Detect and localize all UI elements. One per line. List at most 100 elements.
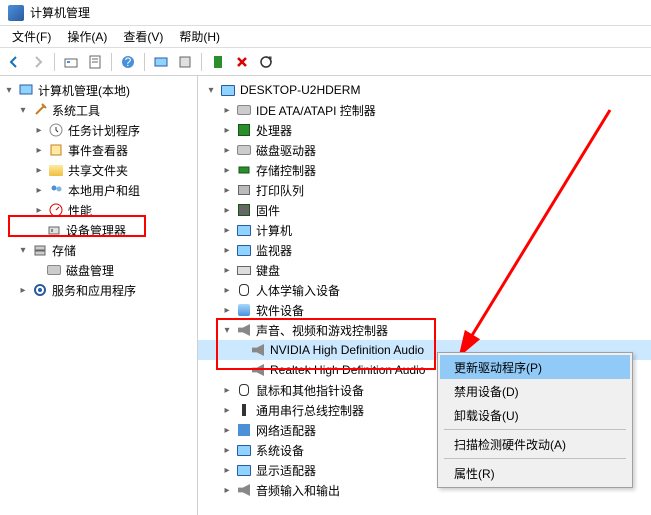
tree-local-users[interactable]: ▸ 本地用户和组 — [0, 180, 197, 200]
expand-icon[interactable]: ▸ — [220, 103, 234, 117]
expand-icon[interactable]: ▸ — [220, 143, 234, 157]
ctx-disable-device[interactable]: 禁用设备(D) — [440, 379, 630, 403]
tree-task-scheduler[interactable]: ▸ 任务计划程序 — [0, 120, 197, 140]
expand-icon[interactable]: ▸ — [220, 303, 234, 317]
menu-action[interactable]: 操作(A) — [59, 26, 115, 47]
ctx-properties[interactable]: 属性(R) — [440, 461, 630, 485]
device-label: 软件设备 — [256, 302, 304, 319]
speaker-icon — [250, 342, 266, 358]
tree-label: 计算机管理(本地) — [38, 82, 130, 99]
collapse-icon[interactable]: ▾ — [16, 243, 30, 257]
expand-icon[interactable]: ▸ — [16, 283, 30, 297]
back-button[interactable] — [4, 52, 24, 72]
device-disks[interactable]: ▸磁盘驱动器 — [198, 140, 651, 160]
device-firmware[interactable]: ▸ 固件 — [198, 200, 651, 220]
device-label: 固件 — [256, 202, 280, 219]
tree-disk-mgmt[interactable]: 磁盘管理 — [0, 260, 197, 280]
expand-icon[interactable]: ▸ — [220, 223, 234, 237]
device-printers[interactable]: ▸打印队列 — [198, 180, 651, 200]
ctx-uninstall-device[interactable]: 卸载设备(U) — [440, 403, 630, 427]
show-hide-button[interactable] — [151, 52, 171, 72]
expand-icon[interactable]: ▸ — [220, 423, 234, 437]
app-icon — [8, 5, 24, 21]
window-title: 计算机管理 — [30, 4, 90, 21]
collapse-icon[interactable]: ▾ — [220, 323, 234, 337]
monitor-icon — [236, 222, 252, 238]
ctx-label: 属性(R) — [454, 465, 495, 482]
device-storage-ctrl[interactable]: ▸ 存储控制器 — [198, 160, 651, 180]
device-label: NVIDIA High Definition Audio — [270, 343, 424, 357]
collapse-icon[interactable]: ▾ — [2, 83, 16, 97]
device-label: 人体学输入设备 — [256, 282, 340, 299]
separator — [444, 429, 626, 430]
expand-icon[interactable]: ▸ — [220, 463, 234, 477]
separator — [144, 53, 145, 71]
expand-icon[interactable]: ▸ — [32, 183, 46, 197]
expand-icon[interactable]: ▸ — [220, 203, 234, 217]
window-titlebar: 计算机管理 — [0, 0, 651, 26]
device-label: 键盘 — [256, 262, 280, 279]
help-button[interactable]: ? — [118, 52, 138, 72]
expand-icon[interactable]: ▸ — [220, 443, 234, 457]
hid-icon — [236, 282, 252, 298]
separator — [201, 53, 202, 71]
device-icon[interactable] — [175, 52, 195, 72]
uninstall-button[interactable] — [232, 52, 252, 72]
expand-icon[interactable]: ▸ — [220, 123, 234, 137]
expand-icon[interactable]: ▸ — [220, 243, 234, 257]
properties-button[interactable] — [85, 52, 105, 72]
expand-icon[interactable]: ▸ — [220, 383, 234, 397]
device-root[interactable]: ▾ DESKTOP-U2HDERM — [198, 80, 651, 100]
menu-file[interactable]: 文件(F) — [4, 26, 59, 47]
expand-icon[interactable]: ▸ — [220, 183, 234, 197]
tree-device-manager[interactable]: 设备管理器 — [0, 220, 197, 240]
device-hid[interactable]: ▸ 人体学输入设备 — [198, 280, 651, 300]
up-button[interactable] — [61, 52, 81, 72]
ctx-scan-hardware[interactable]: 扫描检测硬件改动(A) — [440, 432, 630, 456]
device-ide[interactable]: ▸IDE ATA/ATAPI 控制器 — [198, 100, 651, 120]
device-monitors[interactable]: ▸监视器 — [198, 240, 651, 260]
expand-icon[interactable]: ▸ — [32, 143, 46, 157]
tree-services[interactable]: ▸ 服务和应用程序 — [0, 280, 197, 300]
device-label: 音频输入和输出 — [256, 482, 340, 499]
speaker-icon — [250, 362, 266, 378]
menu-view[interactable]: 查看(V) — [115, 26, 171, 47]
expand-icon[interactable]: ▸ — [220, 483, 234, 497]
scan-button[interactable] — [256, 52, 276, 72]
collapse-icon[interactable]: ▾ — [16, 103, 30, 117]
clock-icon — [48, 122, 64, 138]
tree-label: 磁盘管理 — [66, 262, 114, 279]
tree-system-tools[interactable]: ▾ 系统工具 — [0, 100, 197, 120]
device-cpu[interactable]: ▸处理器 — [198, 120, 651, 140]
ctx-update-driver[interactable]: 更新驱动程序(P) — [440, 355, 630, 379]
forward-button[interactable] — [28, 52, 48, 72]
tree-storage[interactable]: ▾ 存储 — [0, 240, 197, 260]
tree-shared-folders[interactable]: ▸ 共享文件夹 — [0, 160, 197, 180]
network-icon — [236, 422, 252, 438]
collapse-icon[interactable]: ▾ — [204, 83, 218, 97]
expand-icon[interactable]: ▸ — [220, 403, 234, 417]
device-software[interactable]: ▸ 软件设备 — [198, 300, 651, 320]
expand-icon[interactable]: ▸ — [220, 263, 234, 277]
enable-button[interactable] — [208, 52, 228, 72]
firmware-icon — [236, 202, 252, 218]
expand-icon[interactable]: ▸ — [32, 123, 46, 137]
mouse-icon — [236, 382, 252, 398]
device-computer[interactable]: ▸计算机 — [198, 220, 651, 240]
tree-label: 本地用户和组 — [68, 182, 140, 199]
device-sound[interactable]: ▾声音、视频和游戏控制器 — [198, 320, 651, 340]
tree-event-viewer[interactable]: ▸ 事件查看器 — [0, 140, 197, 160]
tree-root[interactable]: ▾ 计算机管理(本地) — [0, 80, 197, 100]
expand-icon[interactable]: ▸ — [32, 163, 46, 177]
device-keyboards[interactable]: ▸ 键盘 — [198, 260, 651, 280]
expand-icon[interactable]: ▸ — [220, 163, 234, 177]
expand-icon[interactable]: ▸ — [220, 283, 234, 297]
expand-icon[interactable]: ▸ — [32, 203, 46, 217]
svg-text:?: ? — [125, 55, 132, 69]
device-label: Realtek High Definition Audio — [270, 363, 425, 377]
menu-help[interactable]: 帮助(H) — [171, 26, 228, 47]
left-navigation-pane: ▾ 计算机管理(本地) ▾ 系统工具 ▸ 任务计划程序 ▸ 事件查看器 ▸ 共享… — [0, 76, 198, 515]
tree-performance[interactable]: ▸ 性能 — [0, 200, 197, 220]
menu-bar: 文件(F) 操作(A) 查看(V) 帮助(H) — [0, 26, 651, 48]
device-label: 存储控制器 — [256, 162, 316, 179]
